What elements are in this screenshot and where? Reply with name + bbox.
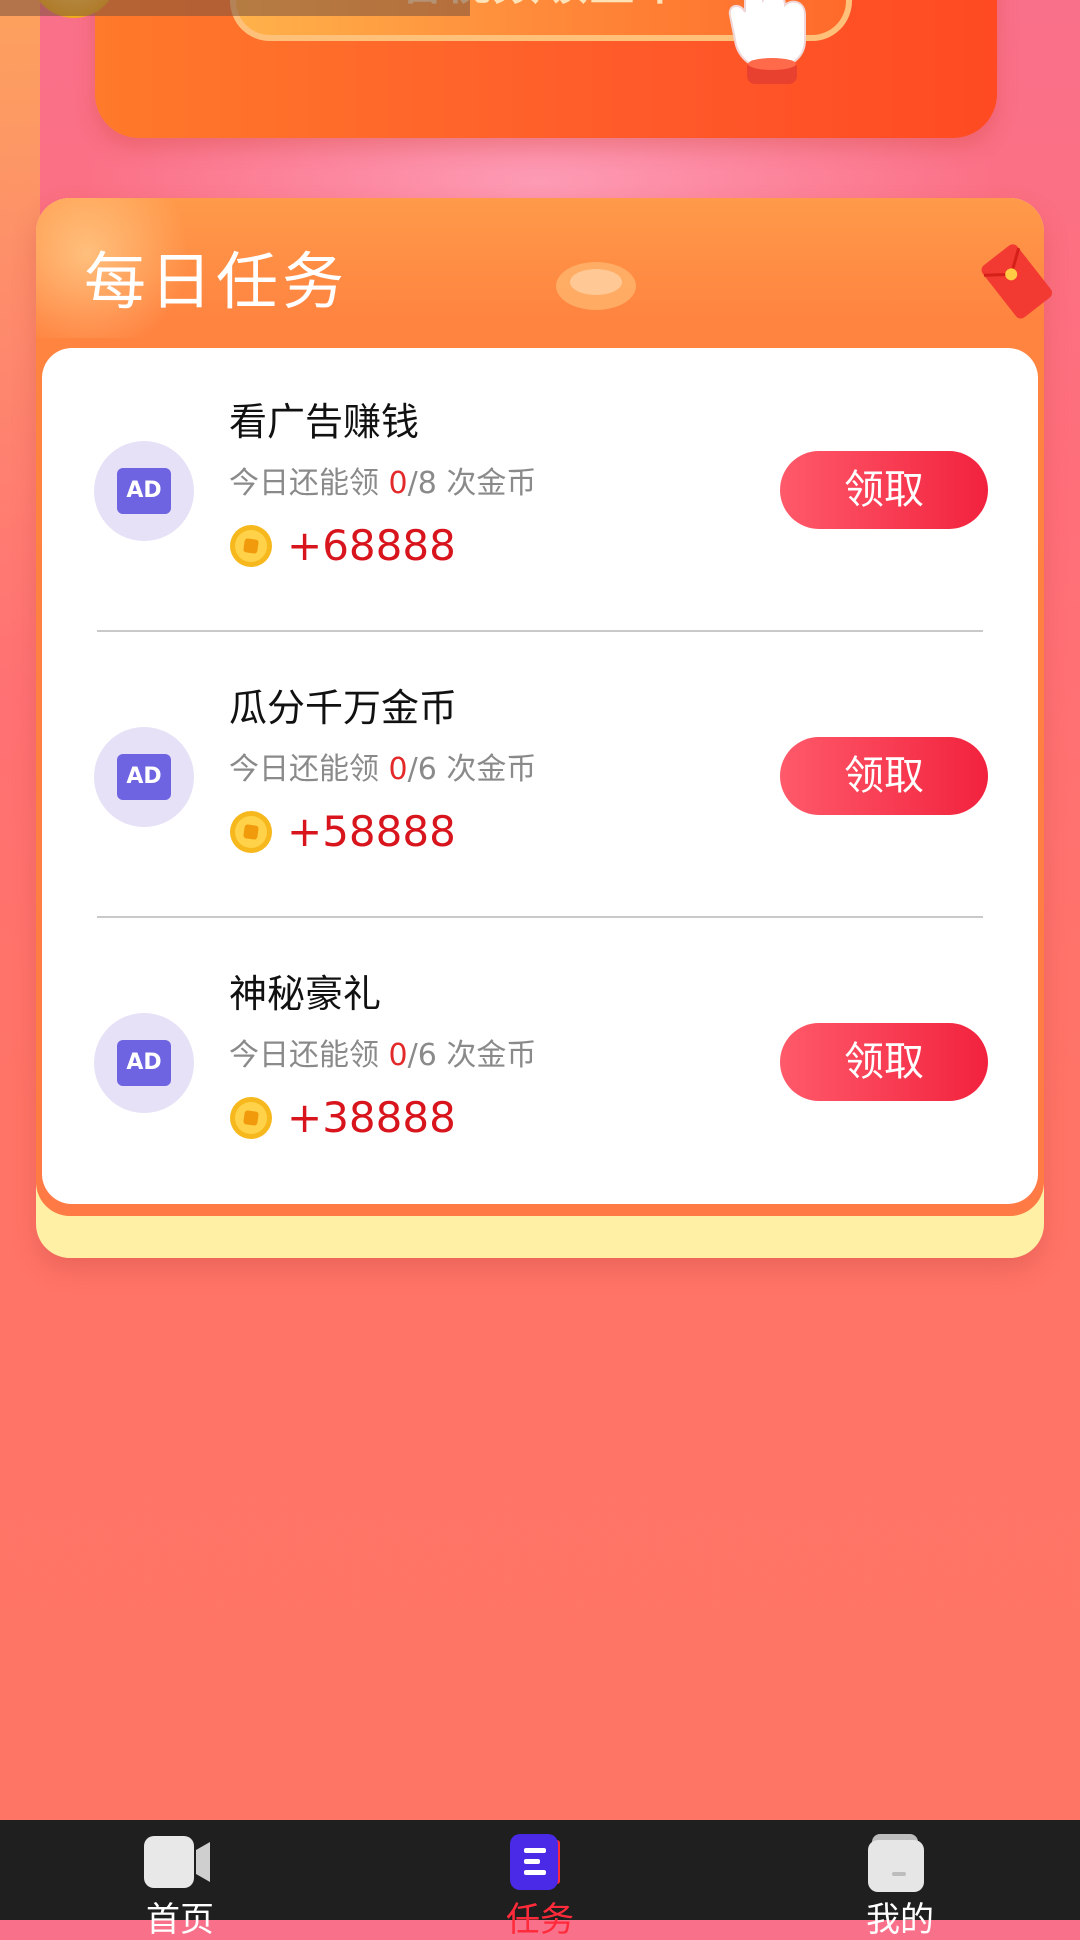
task-name: 瓜分千万金币 [229,686,458,730]
divider [97,630,983,632]
nav-label: 我的 [866,1900,934,1940]
task-remaining-suffix: /8 次金币 [407,466,537,501]
ad-icon: AD [117,754,171,800]
task-row: AD 神秘豪礼 今日还能领 0/6 次金币 +38888 领取 [42,920,1038,1206]
gold-ingot-icon [556,262,636,310]
task-remaining: 今日还能领 0/6 次金币 [229,750,536,790]
task-remaining-count: 0 [388,752,408,787]
gold-coin-icon [230,811,272,853]
ad-avatar: AD [94,727,194,827]
task-remaining-prefix: 今日还能领 [229,752,389,787]
task-remaining-suffix: /6 次金币 [407,1038,537,1073]
nav-item-mine[interactable]: 我的 [790,1820,1010,1940]
ad-icon: AD [117,468,171,514]
ad-avatar: AD [94,1013,194,1113]
task-remaining: 今日还能领 0/8 次金币 [229,464,536,504]
red-envelope-icon [981,244,1052,319]
gold-coin-icon [230,525,272,567]
profile-folder-icon [868,1834,924,1892]
task-reward: +58888 [287,807,456,856]
bottom-navigation: 首页 任务 我的 [0,1820,1080,1940]
claim-button[interactable]: 领取 [780,451,988,529]
task-list-icon [510,1834,560,1890]
video-camera-icon [144,1836,210,1888]
ad-avatar: AD [94,441,194,541]
nav-item-home[interactable]: 首页 [70,1820,290,1940]
task-list: AD 看广告赚钱 今日还能领 0/8 次金币 +68888 领取 AD 瓜分千万… [42,348,1038,1204]
task-remaining-prefix: 今日还能领 [229,466,389,501]
background-stripe [0,0,40,700]
task-remaining-count: 0 [388,466,408,501]
nav-item-tasks[interactable]: 任务 [430,1820,650,1940]
daily-tasks-title: 每日任务 [84,245,349,318]
task-remaining: 今日还能领 0/6 次金币 [229,1036,536,1076]
claim-button[interactable]: 领取 [780,737,988,815]
nav-label: 首页 [146,1900,214,1940]
task-remaining-prefix: 今日还能领 [229,1038,389,1073]
claim-button[interactable]: 领取 [780,1023,988,1101]
task-row: AD 瓜分千万金币 今日还能领 0/6 次金币 +58888 领取 [42,634,1038,920]
status-bar-overlay [0,0,470,16]
nav-label: 任务 [506,1900,574,1940]
task-name: 神秘豪礼 [229,972,382,1016]
task-remaining-suffix: /6 次金币 [407,752,537,787]
ad-icon: AD [117,1040,171,1086]
gold-coin-icon [230,1097,272,1139]
task-reward: +38888 [287,1093,456,1142]
pointing-hand-icon [728,0,806,84]
divider [97,916,983,918]
daily-tasks-card: 每日任务 AD 看广告赚钱 今日还能领 0/8 次金币 +68888 领取 AD… [36,198,1052,1258]
task-remaining-count: 0 [388,1038,408,1073]
task-reward: +68888 [287,521,456,570]
task-row: AD 看广告赚钱 今日还能领 0/8 次金币 +68888 领取 [42,348,1038,634]
watch-video-banner[interactable]: 看视频领金币 [95,0,997,138]
task-name: 看广告赚钱 [229,400,420,444]
